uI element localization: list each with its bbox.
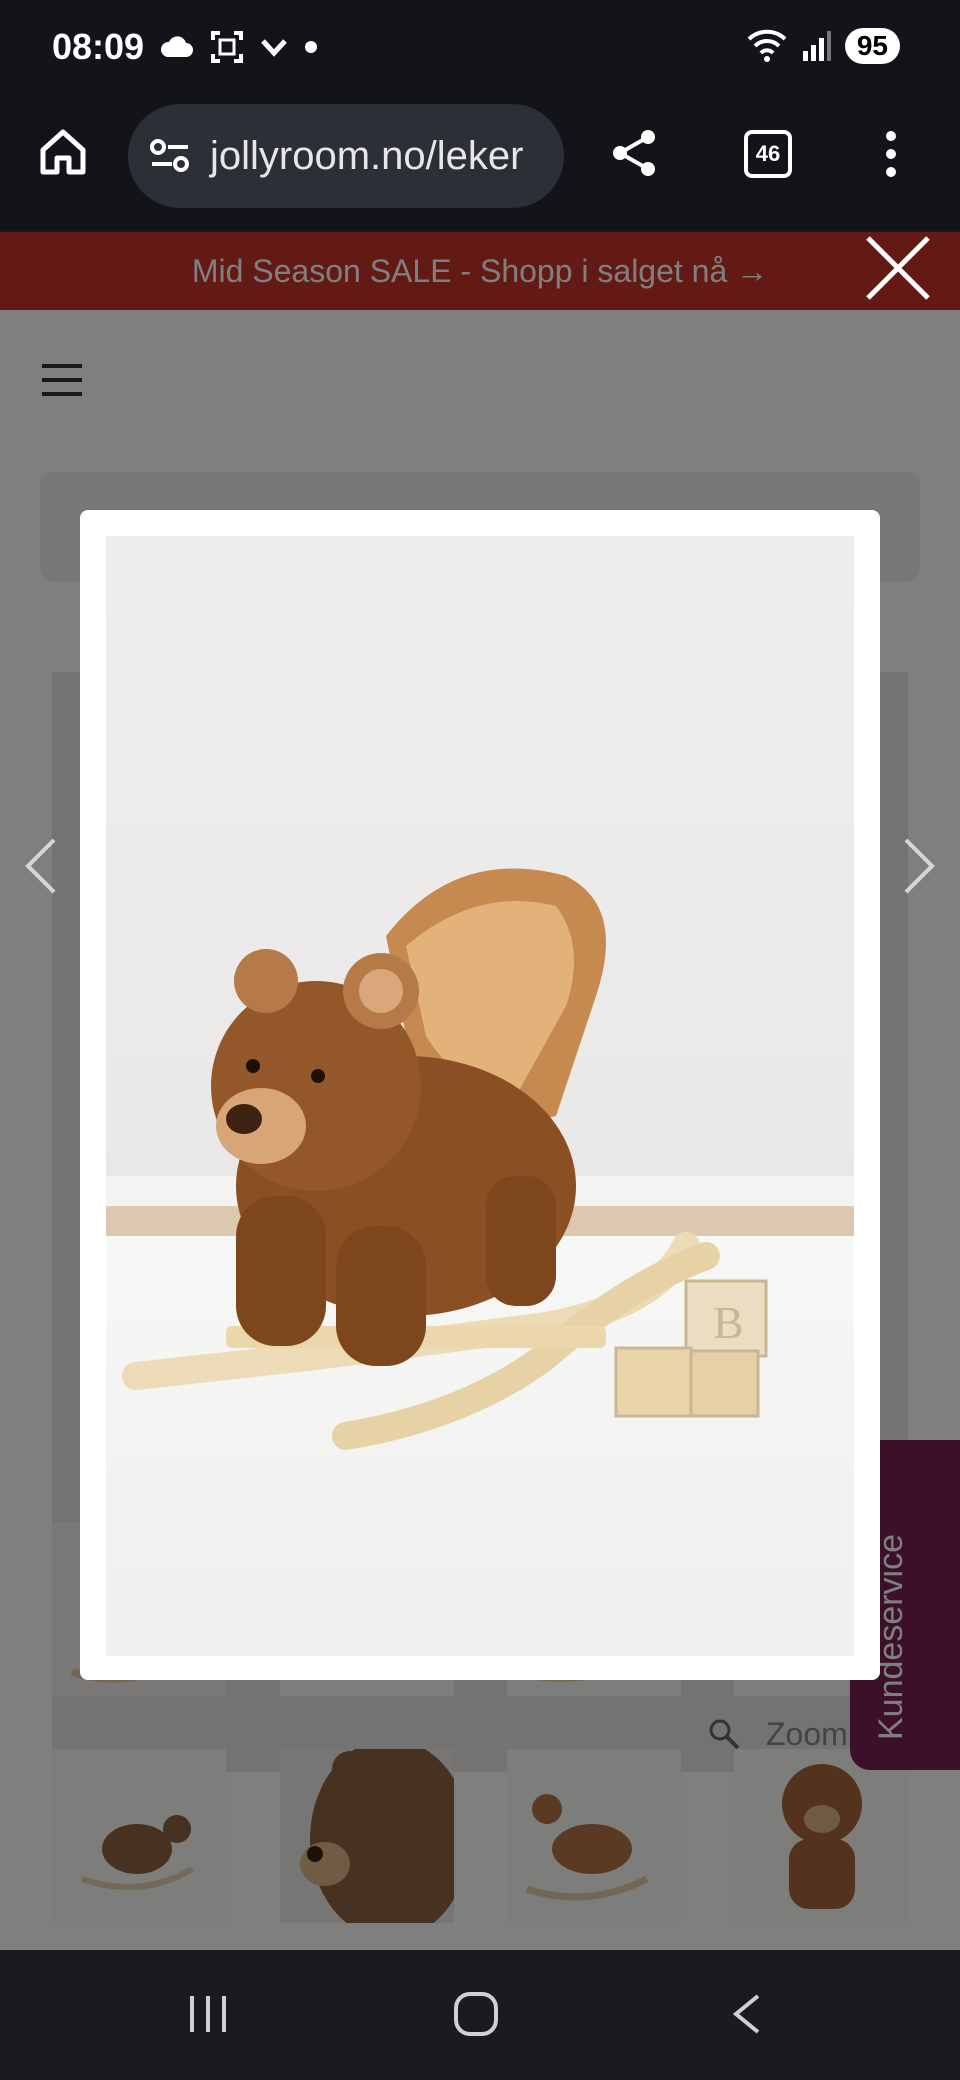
chevron-left-icon[interactable]: [22, 836, 58, 896]
dot-icon: [305, 41, 317, 53]
back-icon[interactable]: [730, 1992, 762, 2036]
wifi-icon: [747, 29, 787, 62]
status-icons: [160, 30, 318, 64]
svg-text:B: B: [713, 1297, 744, 1348]
web-page: Mid Season SALE - Shopp i salget nå → Zo…: [0, 232, 960, 1950]
system-nav-bar: [0, 1950, 960, 2080]
browser-toolbar: jollyroom.no/leker 46: [0, 100, 960, 230]
url-text: jollyroom.no/leker: [210, 133, 524, 178]
chevron-down-icon: [261, 39, 287, 57]
cloud-icon: [160, 36, 193, 57]
status-time: 08:09: [52, 26, 145, 67]
home-icon[interactable]: [38, 126, 88, 176]
status-right: 95: [747, 28, 900, 64]
tabs-button[interactable]: 46: [744, 130, 792, 178]
screenshot-icon: [211, 31, 243, 63]
site-settings-icon[interactable]: [150, 138, 190, 174]
close-icon[interactable]: [862, 232, 934, 304]
modal-image[interactable]: B: [106, 536, 854, 1656]
url-bar[interactable]: jollyroom.no/leker: [128, 104, 564, 208]
share-icon[interactable]: [610, 128, 660, 178]
chevron-right-icon[interactable]: [902, 836, 938, 896]
more-icon[interactable]: [884, 130, 898, 178]
image-modal: B: [80, 510, 880, 1680]
home-button-icon[interactable]: [452, 1990, 500, 2038]
rocking-bear-image: B: [106, 536, 854, 1656]
battery-badge: 95: [844, 28, 900, 64]
status-bar: 08:09 95: [0, 0, 960, 100]
signal-icon: [802, 31, 831, 61]
recent-apps-icon[interactable]: [186, 1992, 230, 2036]
